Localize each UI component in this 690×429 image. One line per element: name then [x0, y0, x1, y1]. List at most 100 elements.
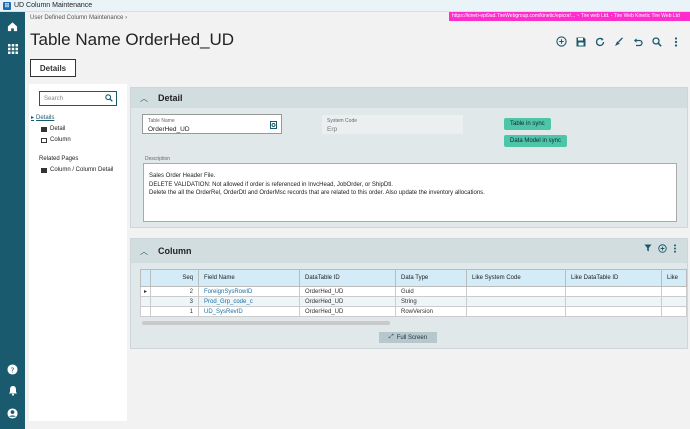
column-card-title: Column	[158, 246, 192, 256]
full-screen-button[interactable]: ⤢ Full Screen	[379, 332, 437, 343]
more-options-icon[interactable]	[673, 244, 677, 255]
column-card-header[interactable]: ︿ Column	[131, 239, 687, 263]
apps-grid-icon[interactable]	[6, 42, 19, 55]
column-header-datatable-id[interactable]: DataTable ID	[299, 269, 396, 287]
cell-datatable-id[interactable]: OrderHed_UD	[299, 306, 396, 317]
page-icon	[41, 167, 47, 173]
cell-seq[interactable]: 3	[150, 296, 199, 307]
cell-datatable-id[interactable]: OrderHed_UD	[299, 296, 396, 307]
clear-icon[interactable]	[612, 35, 625, 48]
cell-data-type[interactable]: Guid	[395, 286, 467, 297]
left-rail: ?	[0, 12, 25, 429]
cell-field-name[interactable]: Prod_Grp_code_c	[198, 296, 300, 307]
full-screen-label: Full Screen	[396, 334, 428, 341]
cell-datatable-id[interactable]: OrderHed_UD	[299, 286, 396, 297]
row-selector	[140, 296, 151, 307]
undo-icon[interactable]	[631, 35, 644, 48]
related-page-column-detail[interactable]: Column / Column Detail	[41, 167, 113, 173]
column-header-like[interactable]: Like	[661, 269, 687, 287]
column-header-seq[interactable]: Seq	[150, 269, 199, 287]
cell-like-datatable-id[interactable]	[565, 296, 662, 307]
nav-detail-label[interactable]: Detail	[50, 126, 65, 132]
filter-icon[interactable]	[644, 244, 652, 255]
nav-column-label[interactable]: Column	[50, 137, 71, 143]
row-selector	[140, 306, 151, 317]
cell-like-system-code[interactable]	[466, 286, 566, 297]
chevron-up-icon[interactable]: ︿	[140, 93, 148, 104]
notifications-icon[interactable]	[6, 384, 19, 397]
cell-like[interactable]	[661, 286, 687, 297]
svg-text:?: ?	[11, 365, 15, 374]
home-icon[interactable]	[6, 20, 19, 33]
cell-seq[interactable]: 2	[150, 286, 199, 297]
cell-data-type[interactable]: String	[395, 296, 467, 307]
table-row[interactable]: ▸ 2 ForeignSysRowID OrderHed_UD Guid	[140, 286, 687, 297]
nav-details-label[interactable]: Details	[36, 115, 54, 121]
navigation-panel: Search ▸ Details Detail Column Related Pa…	[29, 84, 127, 421]
description-textarea[interactable]: Sales Order Header File. DELETE VALIDATI…	[143, 163, 677, 222]
cell-like[interactable]	[661, 306, 687, 317]
cell-field-name[interactable]: ForeignSysRowID	[198, 286, 300, 297]
column-header-like-system-code[interactable]: Like System Code	[466, 269, 566, 287]
column-header-data-type[interactable]: Data Type	[395, 269, 467, 287]
grid-horizontal-scrollbar[interactable]	[142, 321, 390, 325]
cell-like-system-code[interactable]	[466, 296, 566, 307]
table-row[interactable]: 1 UD_SysRevID OrderHed_UD RowVersion	[140, 306, 687, 317]
column-tools	[644, 244, 677, 255]
cell-seq[interactable]: 1	[150, 306, 199, 317]
more-options-icon[interactable]	[669, 35, 682, 48]
search-icon[interactable]	[105, 94, 113, 104]
expand-icon: ⤢	[388, 334, 394, 340]
column-header-field-name[interactable]: Field Name	[198, 269, 300, 287]
url-banner: https://kineti-epi9ad.TireWebgroup.com/k…	[449, 12, 690, 21]
tab-details[interactable]: Details	[30, 59, 76, 77]
window-titlebar: ⊞ UD Column Maintenance	[0, 0, 690, 12]
toolbar	[555, 35, 682, 48]
grid-select-header	[140, 269, 151, 287]
column-grid: Seq Field Name DataTable ID Data Type Li…	[140, 269, 687, 317]
cell-data-type[interactable]: RowVersion	[395, 306, 467, 317]
refresh-icon[interactable]	[593, 35, 606, 48]
nav-search-input[interactable]: Search	[39, 91, 117, 106]
help-icon[interactable]: ?	[6, 363, 19, 376]
cell-field-name[interactable]: UD_SysRevID	[198, 306, 300, 317]
system-code-label: System Code	[327, 118, 358, 124]
table-row[interactable]: 3 Prod_Grp_code_c OrderHed_UD String	[140, 296, 687, 307]
breadcrumb[interactable]: User Defined Column Maintenance ›	[30, 15, 127, 21]
description-line: DELETE VALIDATION: Not allowed if order …	[149, 181, 393, 188]
table-name-value[interactable]: OrderHed_UD	[148, 126, 190, 133]
row-selected-indicator-icon: ▸	[140, 286, 151, 297]
lookup-icon[interactable]	[270, 121, 277, 131]
search-icon[interactable]	[650, 35, 663, 48]
page-title: Table Name OrderHed_UD	[30, 30, 235, 49]
table-name-field[interactable]: Table Name OrderHed_UD	[142, 114, 282, 134]
description-label: Description	[145, 156, 171, 162]
detail-icon	[41, 126, 47, 132]
nav-column[interactable]: Column	[41, 137, 71, 143]
breadcrumb-label[interactable]: User Defined Column Maintenance	[30, 15, 123, 21]
cell-like[interactable]	[661, 296, 687, 307]
window-title: UD Column Maintenance	[14, 2, 93, 9]
column-header-like-datatable-id[interactable]: Like DataTable ID	[565, 269, 662, 287]
description-line: Sales Order Header File.	[149, 173, 216, 179]
user-profile-icon[interactable]	[6, 407, 19, 420]
detail-card-header[interactable]: ︿ Detail	[131, 88, 687, 108]
search-placeholder: Search	[44, 96, 64, 102]
related-pages-heading: Related Pages	[39, 156, 79, 162]
related-page-label[interactable]: Column / Column Detail	[50, 167, 113, 173]
grid-icon	[41, 137, 47, 143]
cell-like-datatable-id[interactable]	[565, 286, 662, 297]
cell-like-system-code[interactable]	[466, 306, 566, 317]
add-new-icon[interactable]	[555, 35, 568, 48]
nav-details[interactable]: ▸ Details	[31, 114, 54, 122]
table-name-label: Table Name	[148, 118, 175, 124]
cell-like-datatable-id[interactable]	[565, 306, 662, 317]
chevron-right-icon: ›	[125, 15, 128, 21]
save-icon[interactable]	[574, 35, 587, 48]
grid-header-row: Seq Field Name DataTable ID Data Type Li…	[140, 269, 687, 287]
app-icon: ⊞	[3, 1, 11, 10]
nav-detail[interactable]: Detail	[41, 126, 65, 132]
chevron-up-icon[interactable]: ︿	[140, 246, 148, 257]
add-row-icon[interactable]	[658, 244, 667, 255]
system-code-value: Erp	[327, 126, 338, 133]
